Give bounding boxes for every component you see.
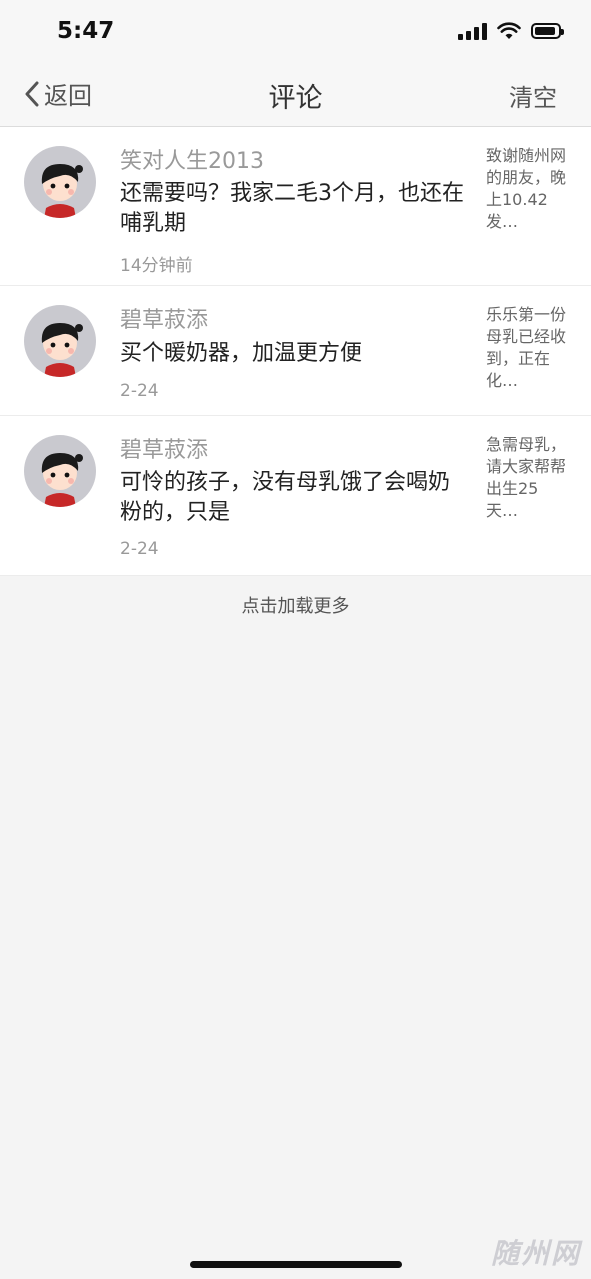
- status-icons: [458, 22, 564, 40]
- wifi-icon: [497, 22, 521, 39]
- page-title: 评论: [268, 83, 323, 114]
- avatar[interactable]: [24, 146, 96, 218]
- source-post[interactable]: 乐乐第一份母乳已经收到，正在化…: [486, 304, 570, 392]
- load-more-button[interactable]: 点击加载更多: [0, 592, 591, 618]
- avatar[interactable]: [24, 435, 96, 507]
- source-post[interactable]: 急需母乳，请大家帮帮出生25天…: [486, 434, 570, 522]
- comment-text: 买个暖奶器，加温更方便: [120, 341, 363, 366]
- avatar[interactable]: [24, 305, 96, 377]
- comment-time: 2-24: [120, 381, 159, 401]
- source-post[interactable]: 致谢随州网的朋友，晚上10.42发…: [486, 145, 570, 233]
- watermark-logo: 随州网: [490, 1237, 581, 1270]
- home-indicator[interactable]: [190, 1261, 402, 1268]
- comment-list: 笑对人生2013 还需要吗？我家二毛3个月，也还在哺乳期 14分钟前 致谢随州网…: [0, 127, 591, 576]
- comment-author[interactable]: 碧草菽添: [120, 432, 208, 464]
- avatar-icon: [41, 453, 83, 507]
- comment-item[interactable]: 碧草菽添 买个暖奶器，加温更方便 2-24 乐乐第一份母乳已经收到，正在化…: [0, 286, 591, 416]
- comment-item[interactable]: 碧草菽添 可怜的孩子，没有母乳饿了会喝奶粉的，只是 2-24 急需母乳，请大家帮…: [0, 416, 591, 576]
- comment-text: 还需要吗？我家二毛3个月，也还在哺乳期: [120, 181, 464, 236]
- comment-time: 2-24: [120, 539, 159, 559]
- battery-icon: [531, 23, 564, 39]
- status-time: 5:47: [57, 18, 115, 44]
- signal-icon: [458, 22, 487, 40]
- clear-button[interactable]: 清空: [509, 78, 557, 113]
- comment-time: 14分钟前: [120, 256, 193, 276]
- nav-bar: 返回 评论 清空: [0, 62, 591, 127]
- comment-item[interactable]: 笑对人生2013 还需要吗？我家二毛3个月，也还在哺乳期 14分钟前 致谢随州网…: [0, 127, 591, 286]
- comment-author[interactable]: 笑对人生2013: [120, 143, 264, 175]
- avatar-icon: [41, 164, 83, 218]
- status-bar: 5:47: [0, 0, 591, 62]
- comment-text: 可怜的孩子，没有母乳饿了会喝奶粉的，只是: [120, 470, 451, 525]
- comment-author[interactable]: 碧草菽添: [120, 302, 208, 334]
- avatar-icon: [41, 323, 83, 377]
